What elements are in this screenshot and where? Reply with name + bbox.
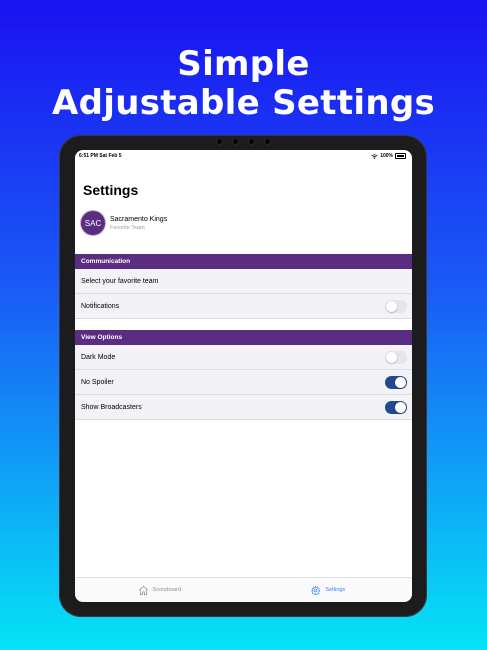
sensor-dot xyxy=(217,139,222,144)
team-subtitle: Favorite Team xyxy=(110,224,145,231)
team-name: Sacramento Kings xyxy=(110,215,168,223)
select-team-row[interactable]: Select your favorite team xyxy=(75,269,412,294)
sensor-dot xyxy=(233,139,238,144)
house-icon xyxy=(138,585,148,595)
status-time-date: 6:51 PM Sat Feb 5 xyxy=(79,153,122,159)
dark-mode-toggle[interactable] xyxy=(385,351,407,364)
favorite-team-row[interactable]: SAC Sacramento Kings Favorite Team xyxy=(81,210,401,236)
notifications-toggle[interactable] xyxy=(385,300,407,313)
wifi-icon xyxy=(371,153,378,159)
promo-headline-line2: Adjustable Settings xyxy=(51,83,436,123)
show-broadcasters-row: Show Broadcasters xyxy=(75,395,412,420)
team-text: Sacramento Kings Favorite Team xyxy=(110,216,167,231)
gear-icon xyxy=(311,585,321,595)
dark-mode-label: Dark Mode xyxy=(81,353,116,361)
no-spoiler-label: No Spoiler xyxy=(81,378,114,386)
notifications-row: Notifications xyxy=(75,294,412,319)
dark-mode-row: Dark Mode xyxy=(75,345,412,370)
section-header-communication: Communication xyxy=(75,254,412,269)
app-screen: 6:51 PM Sat Feb 5 100% Settings SAC Sacr… xyxy=(75,150,412,602)
no-spoiler-row: No Spoiler xyxy=(75,370,412,395)
battery-icon xyxy=(395,153,406,159)
tab-scoreboard-label: Scoreboard xyxy=(152,587,181,593)
page-title: Settings xyxy=(83,182,139,198)
tab-bar: Scoreboard Settings xyxy=(75,577,412,602)
battery-percent: 100% xyxy=(380,153,393,159)
section-header-view-options: View Options xyxy=(75,330,412,345)
tab-settings[interactable]: Settings xyxy=(244,578,413,602)
status-bar: 6:51 PM Sat Feb 5 100% xyxy=(75,150,412,160)
no-spoiler-toggle[interactable] xyxy=(385,376,407,389)
sensor-dot xyxy=(265,139,270,144)
promo-headline-line1: Simple xyxy=(177,44,310,84)
show-broadcasters-label: Show Broadcasters xyxy=(81,403,142,411)
status-right: 100% xyxy=(371,153,406,159)
team-avatar: SAC xyxy=(81,211,105,235)
select-team-label: Select your favorite team xyxy=(81,277,159,285)
tab-scoreboard[interactable]: Scoreboard xyxy=(75,578,244,602)
tab-settings-label: Settings xyxy=(325,587,346,593)
camera-dot xyxy=(249,139,254,144)
notifications-label: Notifications xyxy=(81,302,120,310)
show-broadcasters-toggle[interactable] xyxy=(385,401,407,414)
